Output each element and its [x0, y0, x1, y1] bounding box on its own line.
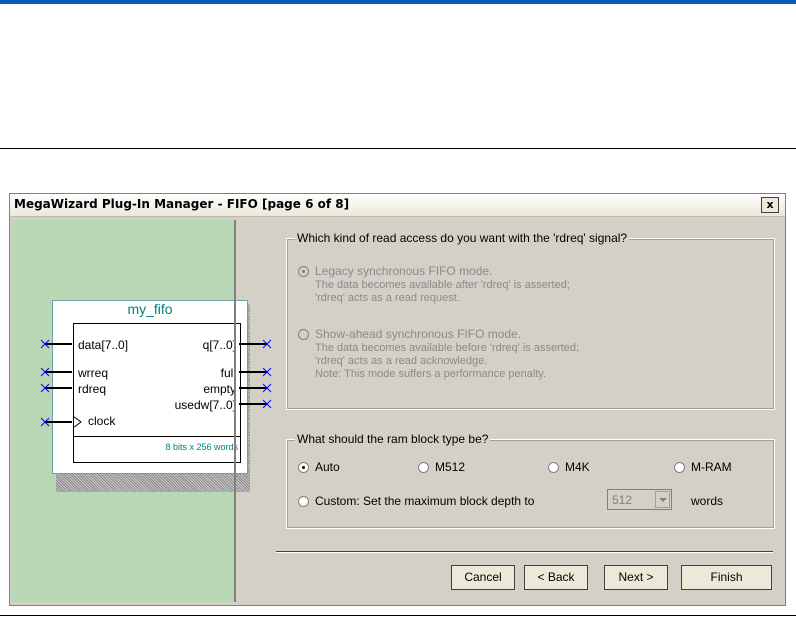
ram-auto-radio[interactable]	[298, 462, 309, 473]
ram-m512-label: M512	[435, 460, 466, 474]
show-ahead-desc-2: 'rdreq' acts as a read acknowledge.	[315, 355, 488, 367]
finish-button[interactable]: Finish	[681, 565, 772, 590]
read-access-group: Which kind of read access do you want wi…	[286, 231, 775, 410]
show-ahead-desc-1: The data becomes available before 'rdreq…	[315, 342, 580, 354]
ram-m4k-label: M4K	[565, 460, 590, 474]
title-bar: MegaWizard Plug-In Manager - FIFO [page …	[10, 194, 785, 217]
legacy-mode-desc-1: The data becomes available after 'rdreq'…	[315, 279, 570, 291]
show-ahead-mode-radio[interactable]	[298, 329, 309, 340]
ram-auto-label: Auto	[315, 460, 340, 474]
ram-m4k-radio[interactable]	[548, 462, 559, 473]
show-ahead-mode-label: Show-ahead synchronous FIFO mode.	[315, 327, 522, 341]
button-separator-highlight	[276, 552, 773, 553]
words-label: words	[691, 494, 724, 508]
megawizard-dialog: MegaWizard Plug-In Manager - FIFO [page …	[9, 193, 786, 606]
read-access-group-label: Which kind of read access do you want wi…	[295, 231, 630, 245]
fifo-symbol: my_fifo data[7..0] wrreq rdreq clock q[7…	[39, 298, 272, 492]
symbol-preview-pane: my_fifo data[7..0] wrreq rdreq clock q[7…	[12, 220, 272, 602]
ram-m512-radio[interactable]	[418, 462, 429, 473]
block-depth-value: 512	[612, 493, 633, 507]
chevron-down-icon[interactable]	[655, 491, 670, 508]
ram-mram-radio[interactable]	[674, 462, 685, 473]
ram-block-group: What should the ram block type be? Auto …	[286, 432, 775, 529]
cancel-button[interactable]: Cancel	[451, 565, 515, 590]
legacy-mode-label: Legacy synchronous FIFO mode.	[315, 264, 493, 278]
block-depth-select[interactable]: 512	[607, 489, 672, 510]
legacy-mode-radio[interactable]	[298, 266, 309, 277]
page-rule-top	[0, 148, 796, 149]
ram-custom-label: Custom: Set the maximum block depth to	[315, 494, 535, 508]
back-button[interactable]: < Back	[524, 565, 588, 590]
show-ahead-desc-3: Note: This mode suffers a performance pe…	[315, 368, 547, 380]
pane-divider	[234, 220, 236, 602]
ram-block-group-label: What should the ram block type be?	[295, 432, 491, 446]
ram-custom-radio[interactable]	[298, 496, 309, 507]
top-accent-bar	[0, 0, 796, 4]
ram-mram-label: M-RAM	[691, 460, 732, 474]
window-title: MegaWizard Plug-In Manager - FIFO [page …	[14, 197, 350, 211]
page-rule-bottom	[0, 615, 796, 616]
close-button[interactable]: x	[761, 197, 779, 213]
legacy-mode-desc-2: 'rdreq' acts as a read request.	[315, 292, 460, 304]
next-button[interactable]: Next >	[604, 565, 668, 590]
